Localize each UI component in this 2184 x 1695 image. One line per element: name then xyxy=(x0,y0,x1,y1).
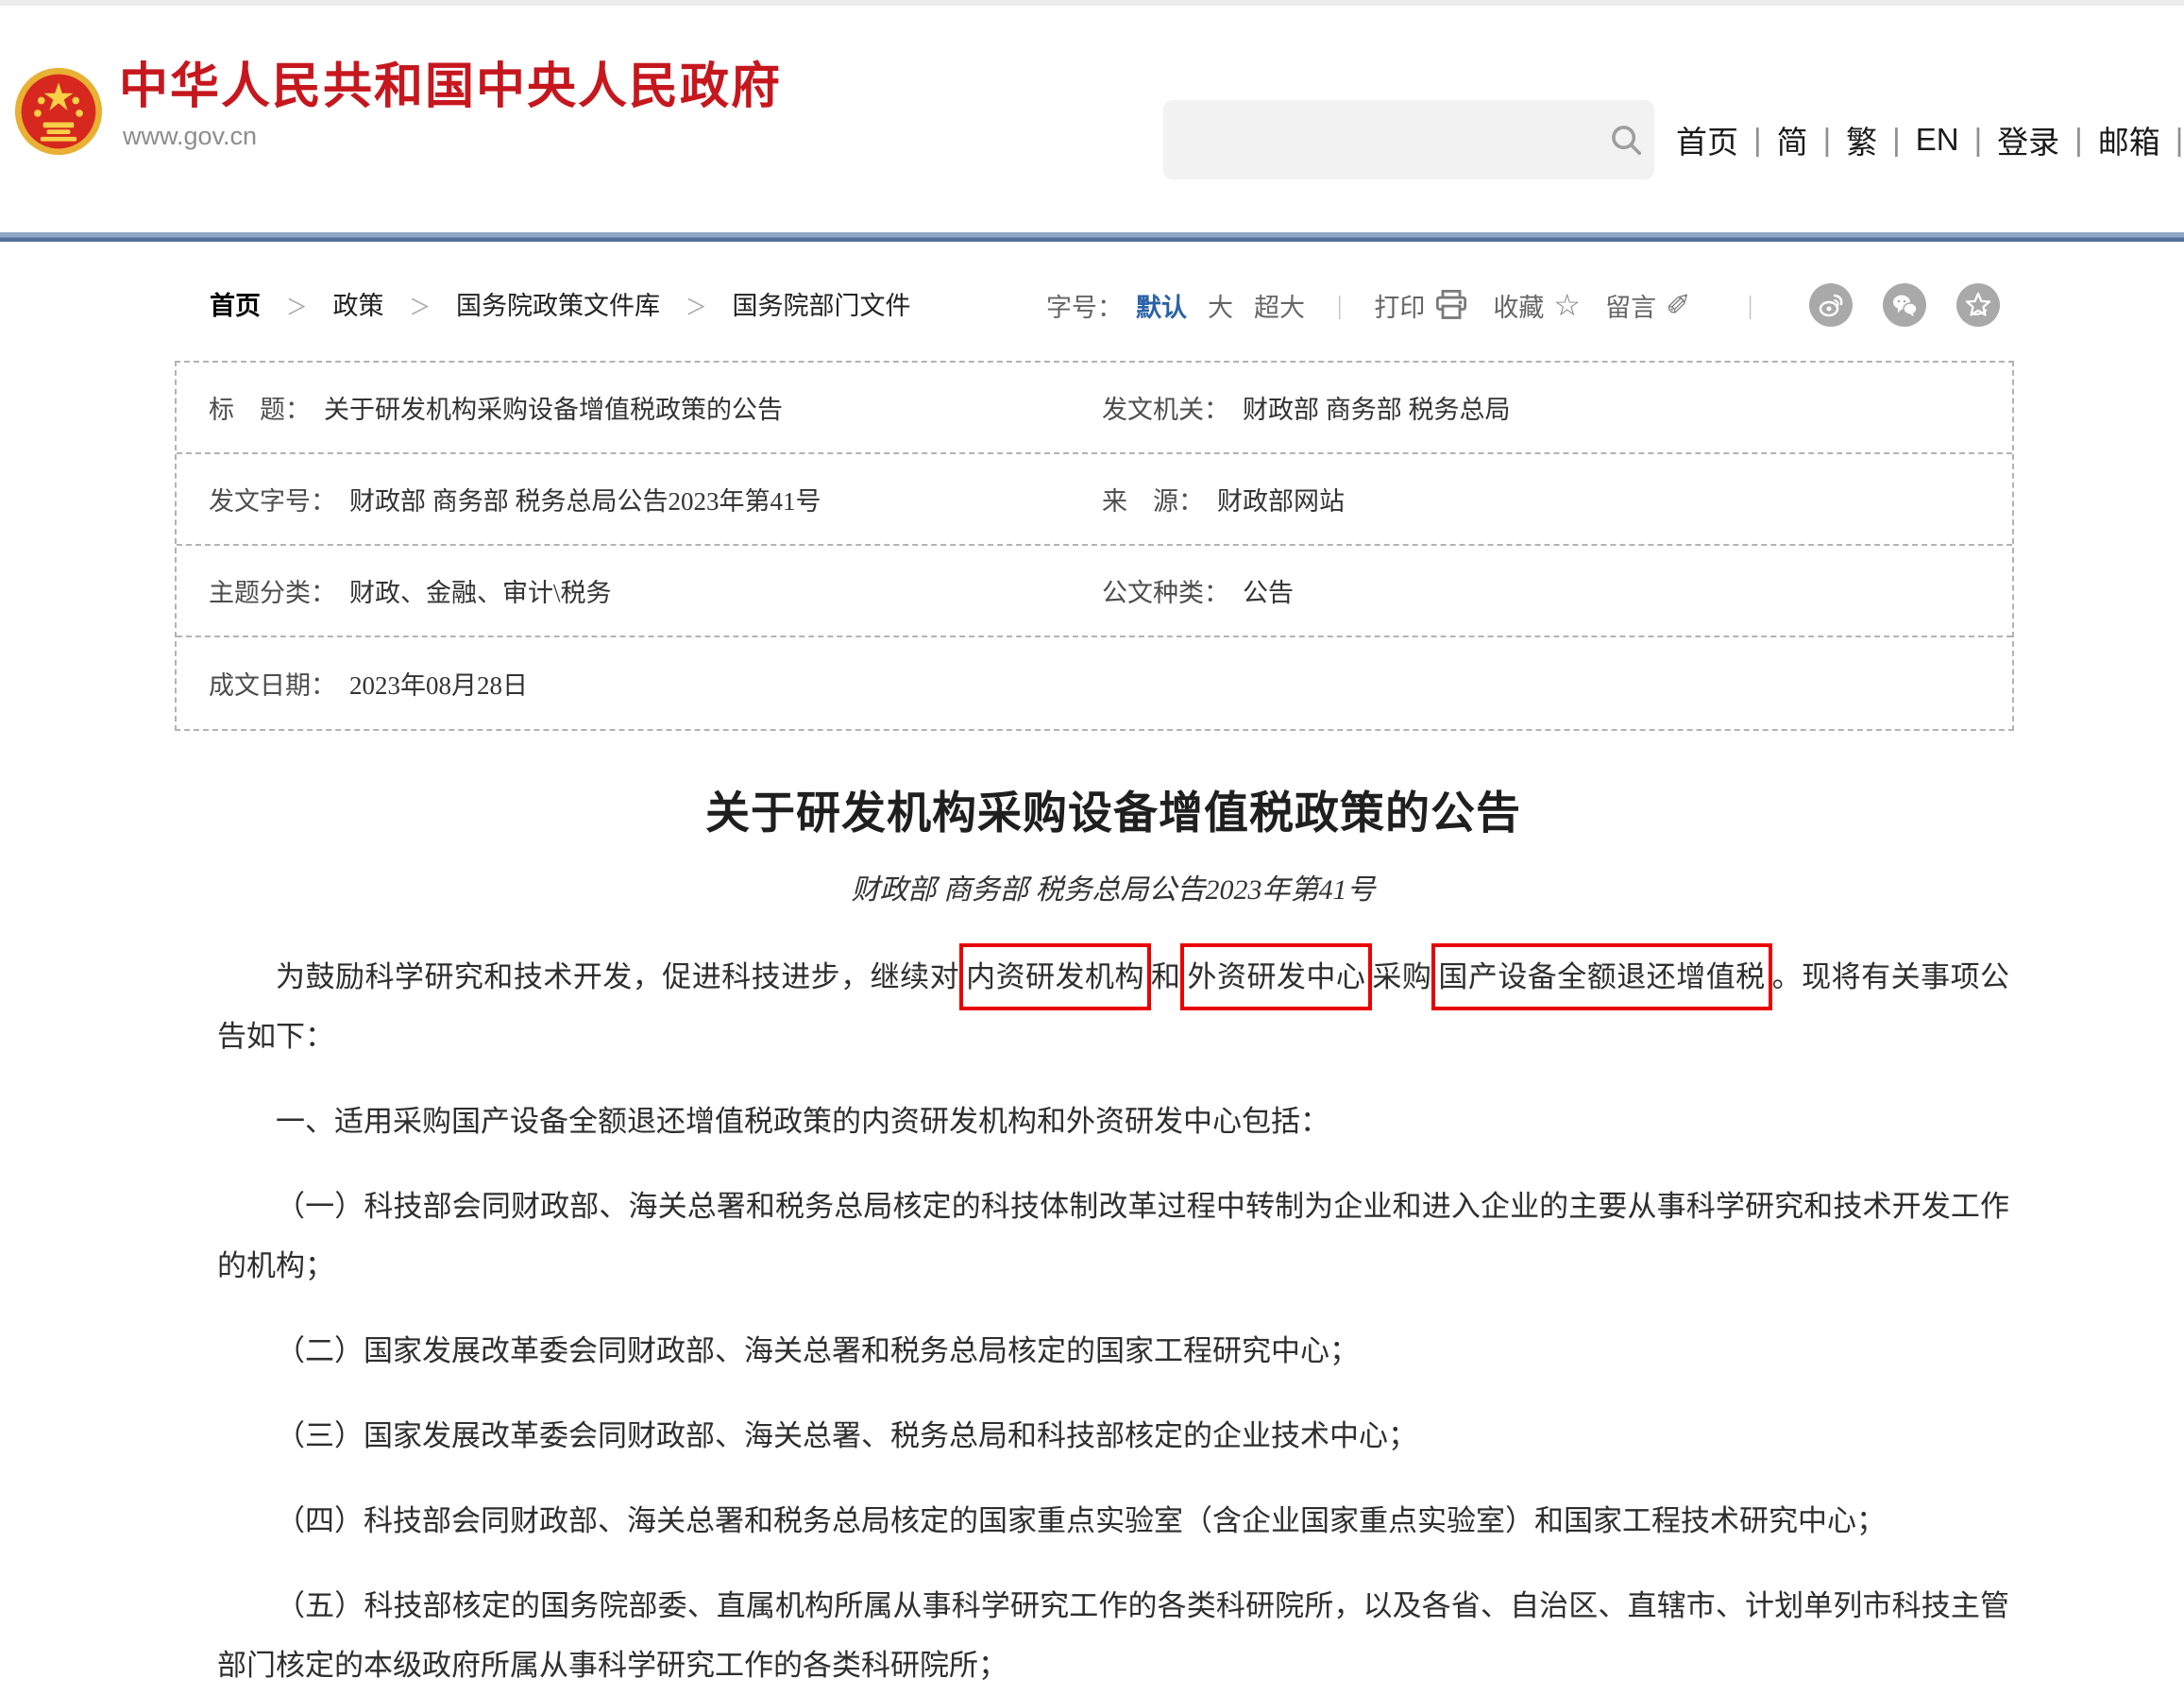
font-size-xlarge[interactable]: 超大 xyxy=(1254,287,1305,324)
meta-value-title: 关于研发机构采购设备增值税政策的公告 xyxy=(324,389,783,426)
paragraph-section-one: 一、适用采购国产设备全额退还增值税政策的内资研发机构和外资研发中心包括： xyxy=(217,1092,2009,1151)
list-item-2: （二）国家发展改革委会同财政部、海关总署和税务总局核定的国家工程研究中心； xyxy=(217,1321,2009,1381)
document-subtitle: 财政部 商务部 税务总局公告2023年第41号 xyxy=(217,866,2009,907)
nav-mail[interactable]: 邮箱 xyxy=(2098,117,2160,162)
document-title: 关于研发机构采购设备增值税政策的公告 xyxy=(217,776,2009,841)
national-emblem-icon xyxy=(13,66,104,157)
meta-value-source: 财政部网站 xyxy=(1217,481,1345,517)
font-size-large[interactable]: 大 xyxy=(1208,287,1233,324)
document-meta-box: 标 题： 关于研发机构采购设备增值税政策的公告 发文机关： 财政部 商务部 税务… xyxy=(175,361,2014,731)
star-icon[interactable]: ☆ xyxy=(1553,287,1581,323)
site-header: 中华人民共和国中央人民政府 www.gov.cn 首页 | 简 | 繁 | EN… xyxy=(0,6,2184,232)
comment-button[interactable]: 留言 xyxy=(1605,287,1656,324)
font-size-label: 字号： xyxy=(1046,287,1123,324)
meta-row-category-doctype: 主题分类： 财政、金融、审计\税务 公文种类： 公告 xyxy=(177,546,2012,637)
meta-label-doctype: 公文种类： xyxy=(1102,572,1229,609)
meta-value-date: 2023年08月28日 xyxy=(349,665,528,702)
meta-label-category: 主题分类： xyxy=(209,572,336,609)
highlight-domestic-rd-institution: 内资研发机构 xyxy=(959,943,1151,1010)
meta-row-title-agency: 标 题： 关于研发机构采购设备增值税政策的公告 发文机关： 财政部 商务部 税务… xyxy=(177,363,2012,454)
breadcrumb-policy-library[interactable]: 国务院政策文件库 xyxy=(456,292,660,320)
search-input[interactable] xyxy=(1163,100,1598,179)
content: 首页 ＞ 政策 ＞ 国务院政策文件库 ＞ 国务院部门文件 字号： 默认 大 超大… xyxy=(0,274,2184,1695)
qzone-share-icon[interactable] xyxy=(1956,283,2000,327)
meta-value-agency: 财政部 商务部 税务总局 xyxy=(1243,389,1511,426)
meta-value-docnumber: 财政部 商务部 税务总局公告2023年第41号 xyxy=(349,481,821,517)
document-body: 为鼓励科学研究和技术开发，促进科技进步，继续对内资研发机构和外资研发中心采购国产… xyxy=(217,947,2009,1695)
share-buttons xyxy=(1779,283,2000,327)
header-blue-divider xyxy=(0,232,2184,242)
highlight-vat-refund: 国产设备全额退还增值税 xyxy=(1431,943,1771,1010)
search-box xyxy=(1163,100,1654,179)
meta-value-doctype: 公告 xyxy=(1243,572,1294,609)
list-item-5: （五）科技部核定的国务院部委、直属机构所属从事科学研究工作的各类科研院所，以及各… xyxy=(217,1576,2009,1695)
list-item-4: （四）科技部会同财政部、海关总署和税务总局核定的国家重点实验室（含企业国家重点实… xyxy=(217,1491,2009,1551)
breadcrumb-separator: ＞ xyxy=(686,296,707,319)
list-item-3: （三）国家发展改革委会同财政部、海关总署、税务总局和科技部核定的企业技术中心； xyxy=(217,1406,2009,1466)
breadcrumb-current: 国务院部门文件 xyxy=(733,292,911,320)
breadcrumb-home[interactable]: 首页 xyxy=(210,292,261,320)
breadcrumb-toolbar-row: 首页 ＞ 政策 ＞ 国务院政策文件库 ＞ 国务院部门文件 字号： 默认 大 超大… xyxy=(0,274,2184,336)
meta-label-source: 来 源： xyxy=(1102,481,1204,517)
document-article: 关于研发机构采购设备增值税政策的公告 财政部 商务部 税务总局公告2023年第4… xyxy=(0,776,2184,1695)
print-button[interactable]: 打印 xyxy=(1374,287,1425,324)
breadcrumb-policy[interactable]: 政策 xyxy=(333,292,384,320)
font-size-default[interactable]: 默认 xyxy=(1136,287,1187,324)
site-url: www.gov.cn xyxy=(123,122,782,151)
nav-simplified[interactable]: 简 xyxy=(1777,117,1808,162)
printer-icon[interactable] xyxy=(1434,289,1468,321)
weibo-share-icon[interactable] xyxy=(1809,283,1853,327)
meta-label-agency: 发文机关： xyxy=(1102,389,1229,426)
favorite-button[interactable]: 收藏 xyxy=(1493,287,1544,324)
gov-logo-link[interactable]: 中华人民共和国中央人民政府 www.gov.cn xyxy=(13,60,782,157)
breadcrumb: 首页 ＞ 政策 ＞ 国务院政策文件库 ＞ 国务院部门文件 xyxy=(210,285,911,322)
meta-label-docnumber: 发文字号： xyxy=(209,481,336,517)
site-title: 中华人民共和国中央人民政府 xyxy=(119,60,782,114)
nav-home[interactable]: 首页 xyxy=(1676,117,1738,162)
nav-login[interactable]: 登录 xyxy=(1997,117,2059,162)
highlight-foreign-rd-center: 外资研发中心 xyxy=(1180,943,1372,1010)
list-item-1: （一）科技部会同财政部、海关总署和税务总局核定的科技体制改革过程中转制为企业和进… xyxy=(217,1177,2009,1296)
meta-row-docnumber-source: 发文字号： 财政部 商务部 税务总局公告2023年第41号 来 源： 财政部网站 xyxy=(177,454,2012,546)
paragraph-intro: 为鼓励科学研究和技术开发，促进科技进步，继续对内资研发机构和外资研发中心采购国产… xyxy=(217,947,2009,1066)
pencil-icon[interactable]: ✐ xyxy=(1666,287,1691,323)
meta-row-date: 成文日期： 2023年08月28日 xyxy=(177,637,2012,729)
meta-value-category: 财政、金融、审计\税务 xyxy=(349,572,612,609)
search-icon[interactable] xyxy=(1598,122,1654,158)
breadcrumb-separator: ＞ xyxy=(409,296,431,319)
top-nav: 首页 | 简 | 繁 | EN | 登录 | 邮箱 | xyxy=(1676,117,2184,162)
meta-label-date: 成文日期： xyxy=(209,665,336,702)
nav-traditional[interactable]: 繁 xyxy=(1846,117,1877,162)
wechat-share-icon[interactable] xyxy=(1883,283,1926,327)
breadcrumb-separator: ＞ xyxy=(286,296,308,319)
nav-english[interactable]: EN xyxy=(1916,122,1959,158)
meta-label-title: 标 题： xyxy=(209,389,311,426)
document-toolbar: 字号： 默认 大 超大 | 打印 收藏 ☆ 留言 ✐ | xyxy=(1046,283,2000,327)
